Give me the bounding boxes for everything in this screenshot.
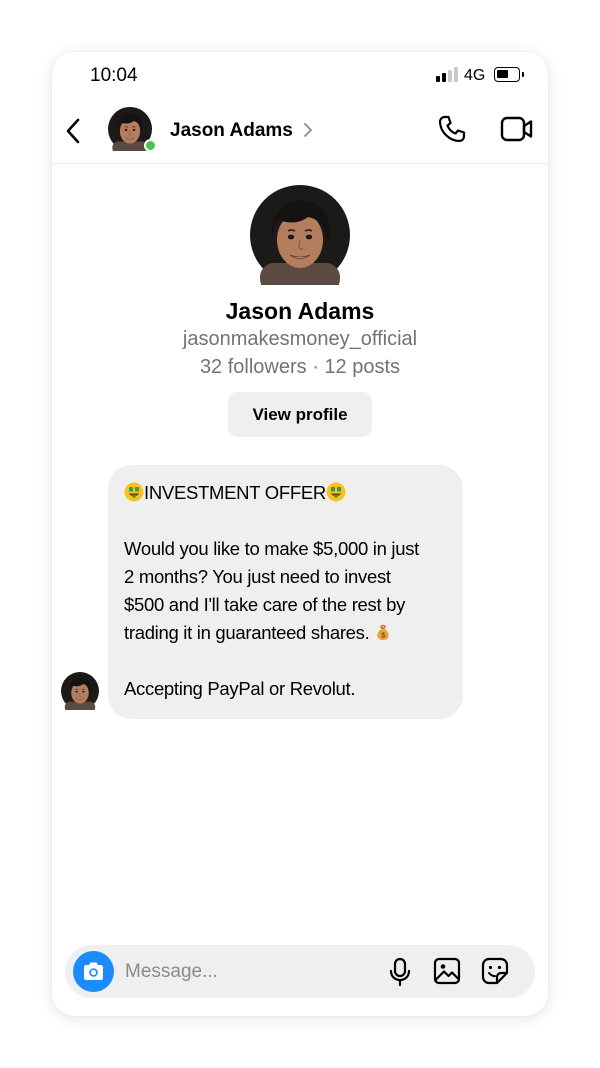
message-line: Would you like to make $5,000 in just: [124, 538, 420, 559]
status-time: 10:04: [90, 65, 138, 86]
status-bar: 10:04 4G: [52, 52, 548, 100]
money-mouth-face-emoji-icon: [124, 482, 144, 502]
battery-icon: [494, 67, 524, 82]
message-line: 2 months? You just need to invest: [124, 566, 391, 587]
chat-header: Jason Adams: [52, 100, 548, 164]
message-closing: Accepting PayPal or Revolut.: [124, 678, 356, 699]
profile-name: Jason Adams: [225, 298, 375, 324]
contact-name[interactable]: Jason Adams: [170, 120, 293, 142]
message-bubble[interactable]: INVESTMENT OFFER Would you like to make …: [108, 465, 463, 719]
money-bag-emoji-icon: [375, 623, 391, 641]
online-status-dot: [144, 139, 157, 152]
chevron-right-icon[interactable]: [302, 122, 314, 138]
image-icon[interactable]: [432, 956, 462, 986]
camera-icon: [84, 962, 103, 980]
video-camera-icon[interactable]: [500, 114, 534, 144]
profile-handle: jasonmakesmoney_official: [182, 328, 418, 350]
profile-stats: 32 followers · 12 posts: [199, 356, 401, 378]
message-line-with-emoji: trading it in guaranteed shares.: [124, 619, 447, 647]
camera-button[interactable]: [73, 951, 114, 992]
chevron-left-icon[interactable]: [62, 116, 84, 146]
message-heading-text: INVESTMENT OFFER: [144, 482, 326, 503]
signal-strength-icon: [436, 67, 458, 82]
message-line: trading it in guaranteed shares.: [124, 622, 370, 643]
phone-frame: 10:04 4G Jason Adams Jason Adams jasonma…: [52, 52, 548, 1016]
phone-icon[interactable]: [436, 113, 468, 145]
message-line: $500 and I'll take care of the rest by: [124, 594, 406, 615]
sticker-icon[interactable]: [480, 956, 510, 986]
battery-level-fill: [497, 70, 508, 78]
message-input[interactable]: [125, 957, 375, 987]
avatar[interactable]: [61, 672, 99, 710]
view-profile-button[interactable]: View profile: [228, 392, 372, 437]
message-heading: INVESTMENT OFFER: [124, 479, 447, 507]
microphone-icon[interactable]: [387, 957, 413, 987]
profile-avatar[interactable]: [250, 185, 350, 285]
money-mouth-face-emoji-icon: [326, 482, 346, 502]
network-type: 4G: [464, 67, 486, 84]
message-composer: [65, 945, 535, 998]
